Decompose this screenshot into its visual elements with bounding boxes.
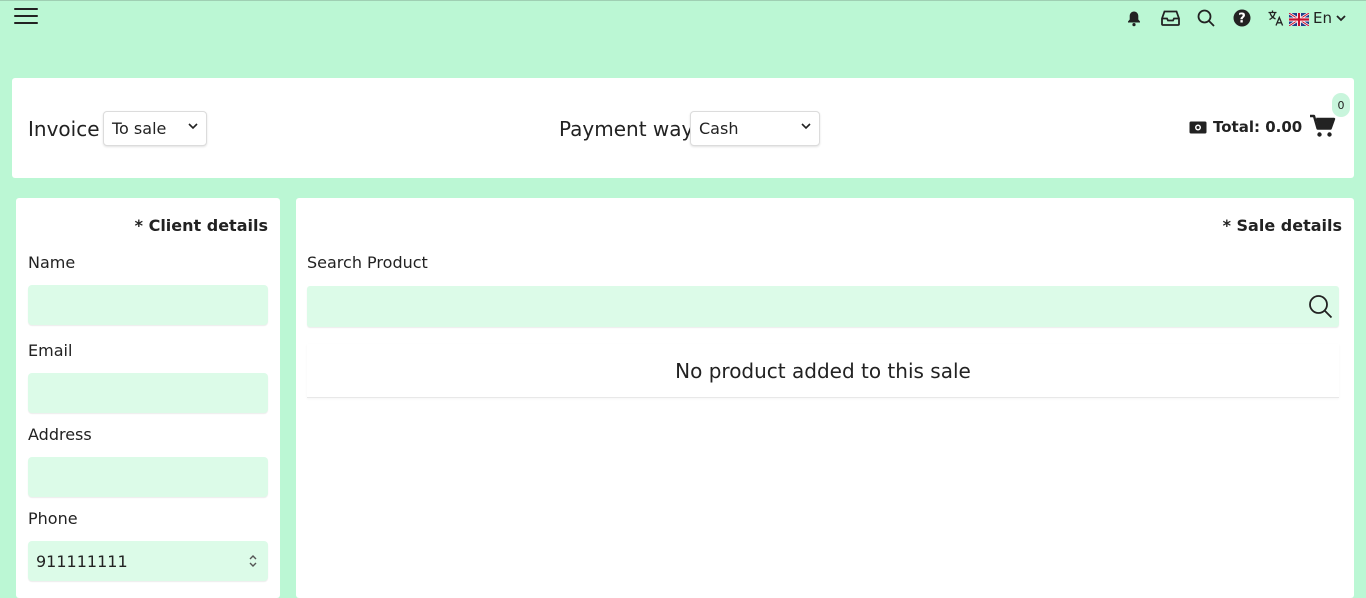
language-selector[interactable]: En [1267,9,1346,27]
phone-field[interactable]: 911111111 [28,541,268,581]
bell-icon[interactable] [1123,7,1145,29]
search-icon[interactable] [1195,7,1217,29]
sale-details-card: * Sale details Search Product No product… [296,198,1354,598]
chevron-down-icon [1336,14,1346,21]
phone-value: 911111111 [36,551,128,571]
email-field[interactable] [28,373,268,413]
total-label: Total: 0.00 [1213,118,1303,136]
empty-sale-message: No product added to this sale [307,344,1339,398]
address-field[interactable] [28,457,268,497]
money-icon [1189,121,1207,133]
invoice-label: Invoice [28,117,100,141]
payment-way-select[interactable]: Cash [690,111,820,146]
invoice-type-select[interactable]: To sale [103,111,207,146]
client-details-title: * Client details [134,216,268,235]
payment-way-value: Cash [699,119,739,138]
invoice-type-value: To sale [112,119,167,138]
search-product-input[interactable] [307,286,1339,327]
name-label: Name [28,253,76,272]
phone-label: Phone [28,509,78,528]
search-product-label: Search Product [307,253,428,272]
language-label: En [1313,9,1332,27]
top-toolbar: ? En [1123,7,1346,29]
inbox-icon[interactable] [1159,7,1181,29]
top-bar: ? En [0,0,1366,34]
cart-count-badge: 0 [1332,93,1350,117]
number-stepper-icon[interactable] [248,553,258,569]
name-field[interactable] [28,285,268,325]
chevron-down-icon [188,123,198,130]
total-display: Total: 0.00 [1189,118,1302,136]
email-label: Email [28,341,73,360]
address-label: Address [28,425,92,444]
client-details-card: * Client details Name Email Address Phon… [16,198,280,598]
sale-details-title: * Sale details [1222,216,1342,235]
payment-way-label: Payment way [559,117,694,141]
chevron-down-icon [801,123,811,130]
menu-icon[interactable] [14,8,38,26]
translate-icon [1268,10,1284,26]
help-icon[interactable]: ? [1231,7,1253,29]
cart-icon[interactable] [1310,114,1336,142]
uk-flag-icon [1288,11,1310,27]
search-icon[interactable] [1308,294,1333,319]
invoice-header-card: Invoice To sale Payment way Cash Total: … [12,78,1354,178]
svg-text:?: ? [1238,12,1246,27]
